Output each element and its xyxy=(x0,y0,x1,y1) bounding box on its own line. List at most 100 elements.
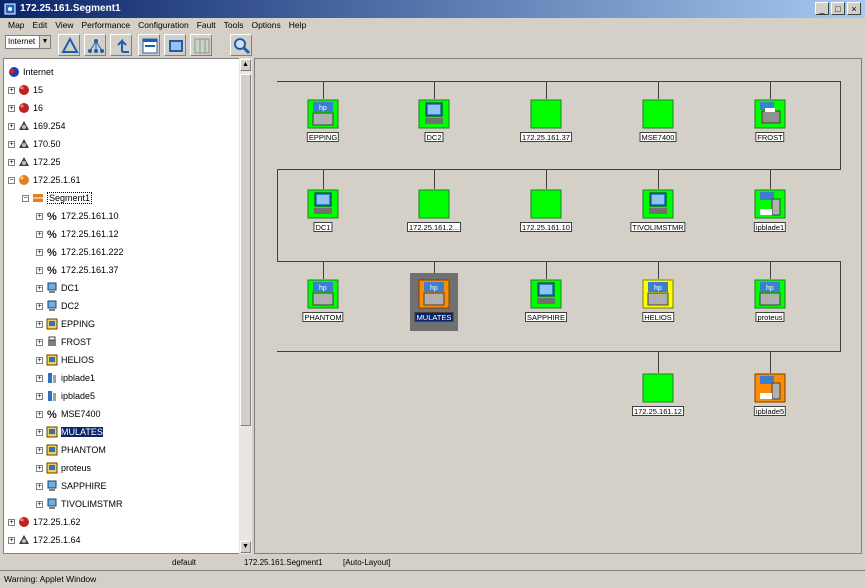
map-node-label[interactable]: HELIOS xyxy=(642,312,674,322)
expand-icon[interactable]: + xyxy=(8,104,15,112)
expand-icon[interactable]: + xyxy=(36,302,43,310)
expand-icon[interactable]: + xyxy=(36,248,43,256)
menu-fault[interactable]: Fault xyxy=(193,18,220,32)
chevron-down-icon[interactable]: ▼ xyxy=(39,36,50,48)
tree-item[interactable]: +% MSE7400 xyxy=(36,407,101,421)
map-node-icon[interactable] xyxy=(754,373,786,403)
collapse-icon[interactable]: − xyxy=(8,176,15,184)
map-node-label[interactable]: PHANTOM xyxy=(302,312,344,322)
map-node-icon[interactable] xyxy=(530,189,562,219)
menu-performance[interactable]: Performance xyxy=(77,18,134,32)
tree-root[interactable]: Internet xyxy=(8,65,54,79)
map-node-label[interactable]: 172.25.161.37 xyxy=(520,132,572,142)
tree-item[interactable]: + ipblade1 xyxy=(36,371,95,385)
layer-select[interactable]: Internet ▼ xyxy=(5,35,51,49)
map-node-label[interactable]: DC1 xyxy=(313,222,333,232)
expand-icon[interactable]: + xyxy=(36,410,43,418)
map-node-icon[interactable]: hp xyxy=(642,279,674,309)
map-node-label[interactable]: FROST xyxy=(755,132,785,142)
network-view-button[interactable] xyxy=(58,34,80,56)
tree-item[interactable]: + TIVOLIMSTMR xyxy=(36,497,123,511)
tree-item[interactable]: + FROST xyxy=(36,335,92,349)
zoom-button[interactable] xyxy=(230,34,252,56)
map-node-label[interactable]: TIVOLIMSTMR xyxy=(630,222,686,232)
expand-icon[interactable]: + xyxy=(36,356,43,364)
menu-help[interactable]: Help xyxy=(285,18,310,32)
up-level-button[interactable] xyxy=(110,34,132,56)
tree-item[interactable]: +169.254 xyxy=(8,119,66,133)
map-node-icon[interactable]: hp xyxy=(418,279,450,309)
tree-item[interactable]: +% 172.25.161.10 xyxy=(36,209,119,223)
map-node-icon[interactable] xyxy=(307,189,339,219)
tree-item[interactable]: + MULATES xyxy=(36,425,103,439)
tree-item[interactable]: + proteus xyxy=(36,461,91,475)
tree-item[interactable]: + DC2 xyxy=(36,299,79,313)
hierarchy-button[interactable] xyxy=(84,34,106,56)
maximize-button[interactable]: □ xyxy=(831,2,845,15)
expand-icon[interactable]: + xyxy=(8,536,15,544)
expand-icon[interactable]: + xyxy=(36,392,43,400)
map-node-icon[interactable] xyxy=(530,99,562,129)
expand-icon[interactable]: + xyxy=(36,230,43,238)
expand-icon[interactable]: + xyxy=(36,482,43,490)
scroll-down-icon[interactable]: ▼ xyxy=(240,541,251,553)
window-button[interactable] xyxy=(138,34,160,56)
menu-configuration[interactable]: Configuration xyxy=(134,18,193,32)
map-node-icon[interactable]: hp xyxy=(307,279,339,309)
menu-edit[interactable]: Edit xyxy=(29,18,52,32)
map-node-icon[interactable] xyxy=(642,189,674,219)
expand-icon[interactable]: + xyxy=(36,464,43,472)
scroll-up-icon[interactable]: ▲ xyxy=(240,59,251,71)
map-node-icon[interactable] xyxy=(642,373,674,403)
menu-map[interactable]: Map xyxy=(4,18,29,32)
map-node-icon[interactable] xyxy=(418,99,450,129)
tree-item[interactable]: + EPPING xyxy=(36,317,95,331)
collapse-icon[interactable]: − xyxy=(22,194,29,202)
menu-tools[interactable]: Tools xyxy=(220,18,248,32)
expand-icon[interactable]: + xyxy=(36,266,43,274)
minimize-button[interactable]: _ xyxy=(815,2,829,15)
tree-item[interactable]: +% 172.25.161.222 xyxy=(36,245,124,259)
tree-item[interactable]: +172.25.1.64 xyxy=(8,533,81,547)
tree-item[interactable]: +16 xyxy=(8,101,43,115)
map-node-label[interactable]: 172.25.161.2... xyxy=(406,222,462,232)
expand-icon[interactable]: + xyxy=(36,500,43,508)
tree-item[interactable]: + SAPPHIRE xyxy=(36,479,107,493)
tree-item[interactable]: +170.50 xyxy=(8,137,61,151)
tree-item[interactable]: +172.25 xyxy=(8,155,61,169)
map-node-label[interactable]: MULATES xyxy=(414,312,454,322)
map-node-label[interactable]: DC2 xyxy=(424,132,444,142)
tree-item[interactable]: +172.25.1.62 xyxy=(8,515,81,529)
map-node-label[interactable]: SAPPHIRE xyxy=(525,312,567,322)
menu-options[interactable]: Options xyxy=(247,18,284,32)
map-node-icon[interactable] xyxy=(754,189,786,219)
expand-icon[interactable]: + xyxy=(36,320,43,328)
tree-item[interactable]: + HELIOS xyxy=(36,353,94,367)
tree-item[interactable]: + DC1 xyxy=(36,281,79,295)
expand-icon[interactable]: + xyxy=(36,338,43,346)
map-node-label[interactable]: MSE7400 xyxy=(639,132,677,142)
map-node-icon[interactable]: hp xyxy=(754,279,786,309)
map-node-icon[interactable] xyxy=(754,99,786,129)
expand-icon[interactable]: + xyxy=(36,284,43,292)
expand-icon[interactable]: + xyxy=(36,446,43,454)
map-node-icon[interactable] xyxy=(642,99,674,129)
expand-icon[interactable]: + xyxy=(8,518,15,526)
tree-item[interactable]: + ipblade5 xyxy=(36,389,95,403)
menu-view[interactable]: View xyxy=(51,18,77,32)
panel-button[interactable] xyxy=(164,34,186,56)
tree-item[interactable]: +% 172.25.161.12 xyxy=(36,227,119,241)
tree-item[interactable]: +% 172.25.161.37 xyxy=(36,263,119,277)
map-node-icon[interactable] xyxy=(530,279,562,309)
tree-item[interactable]: +15 xyxy=(8,83,43,97)
expand-icon[interactable]: + xyxy=(8,140,15,148)
map-node-label[interactable]: EPPING xyxy=(306,132,340,142)
expand-icon[interactable]: + xyxy=(36,212,43,220)
close-button[interactable]: × xyxy=(847,2,861,15)
tree-scroll-thumb[interactable] xyxy=(240,74,251,426)
grid-button[interactable] xyxy=(190,34,212,56)
tree-item[interactable]: − Segment1 xyxy=(22,191,93,205)
map-node-icon[interactable]: hp xyxy=(307,99,339,129)
map-node-label[interactable]: 172.25.161.12 xyxy=(632,406,684,416)
map-node-label[interactable]: ipblade1 xyxy=(753,222,787,232)
